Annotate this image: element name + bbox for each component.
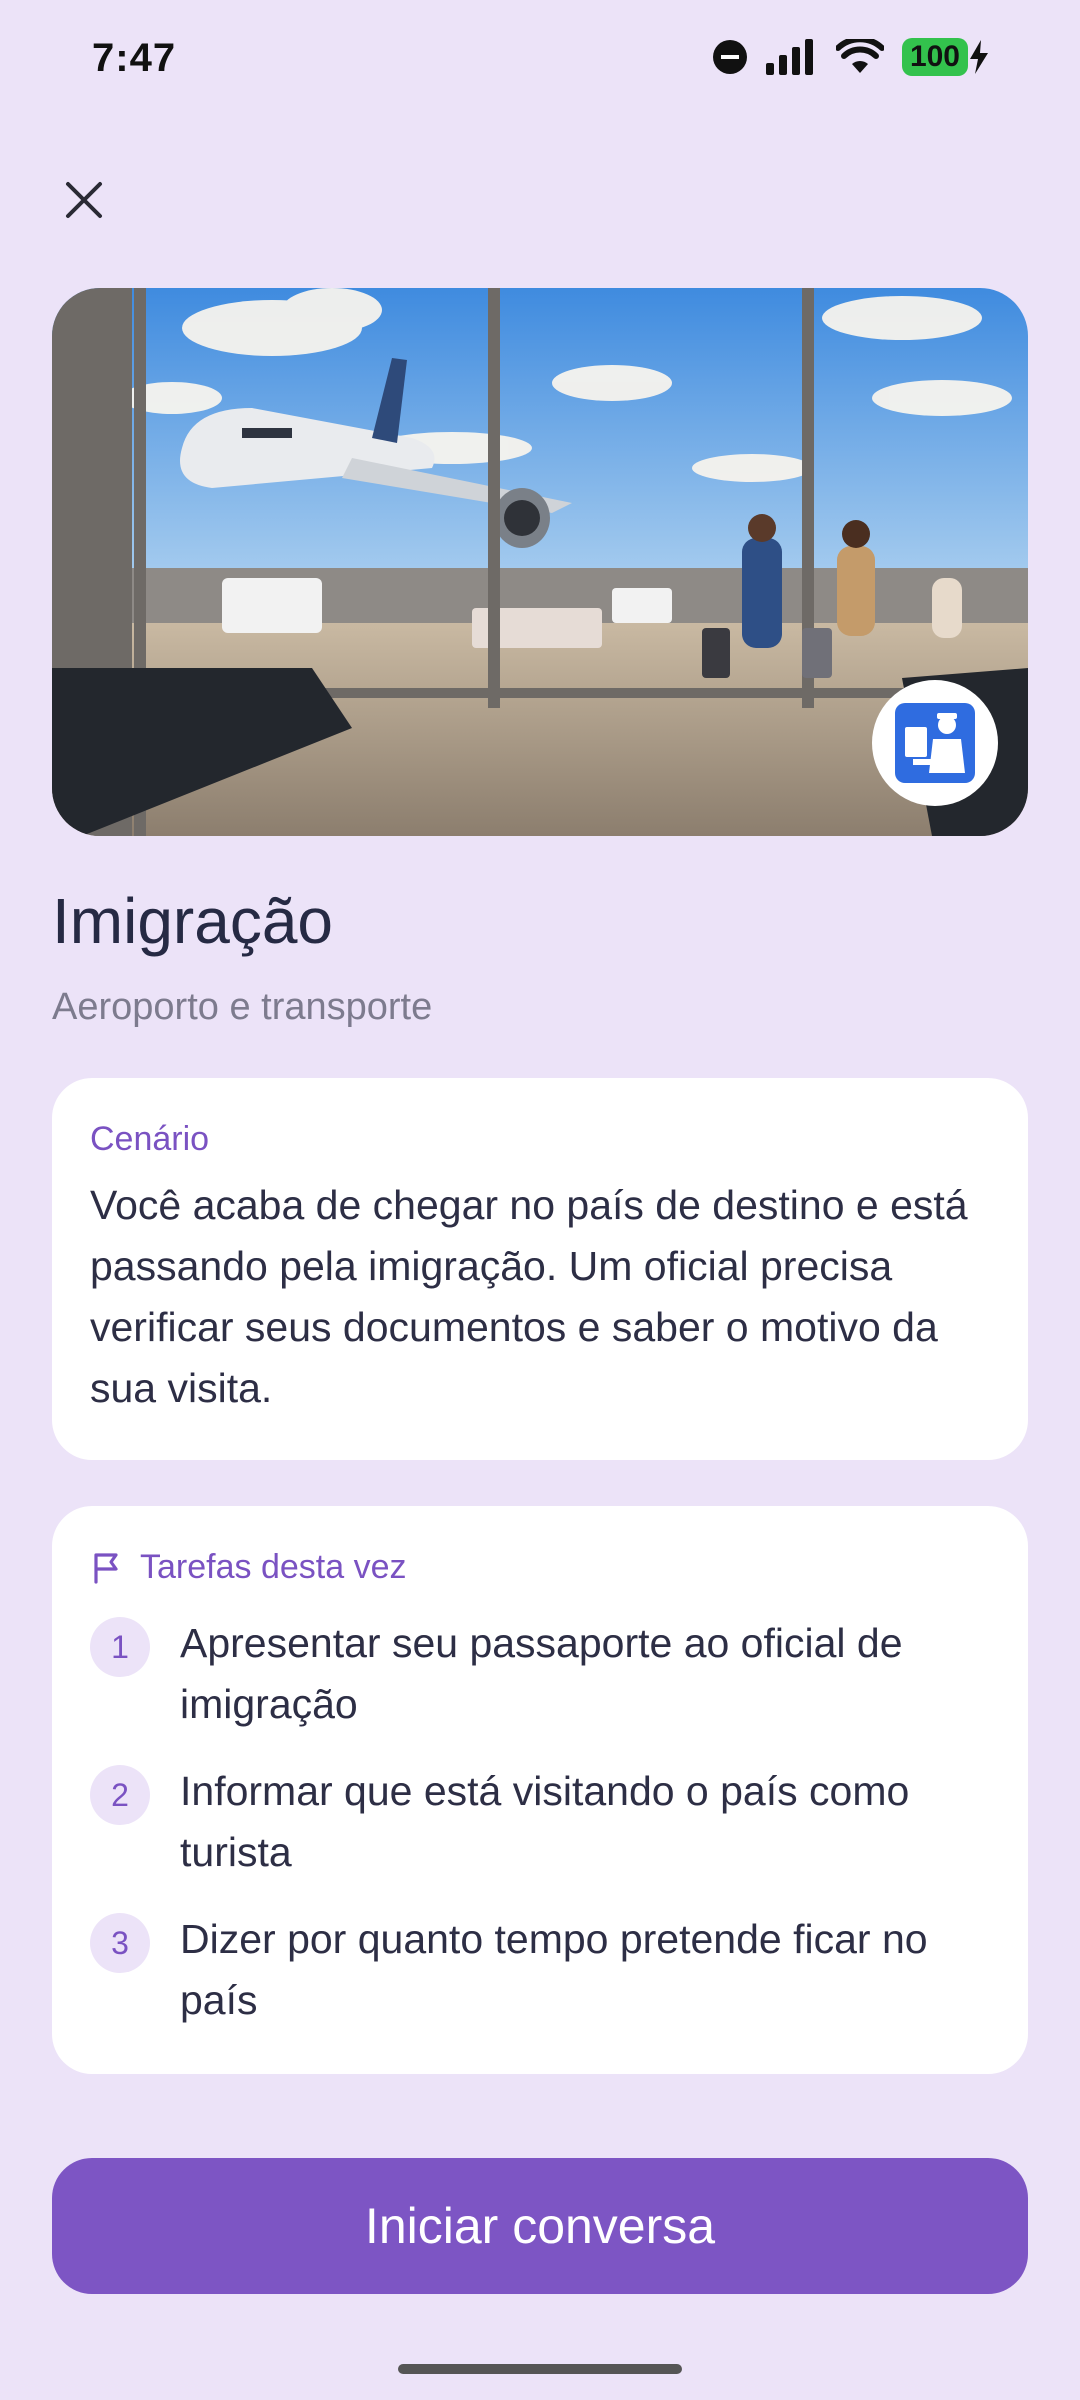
scenario-label: Cenário — [90, 1120, 210, 1158]
immigration-badge — [872, 680, 998, 806]
signal-icon — [765, 39, 813, 75]
task-item: 2 Informar que está visitando o país com… — [90, 1761, 990, 1883]
status-bar: 7:47 100 — [0, 0, 1080, 120]
charging-bolt-icon — [970, 40, 988, 74]
close-icon — [66, 182, 102, 218]
status-icons: 100 — [712, 38, 990, 76]
wifi-icon — [835, 39, 884, 73]
status-time: 7:47 — [92, 36, 177, 80]
task-number: 1 — [90, 1617, 150, 1677]
page-subtitle: Aeroporto e transporte — [52, 986, 433, 1028]
tasks-card: Tarefas desta vez 1 Apresentar seu passa… — [52, 1506, 1028, 2074]
task-number: 2 — [90, 1765, 150, 1825]
task-text: Informar que está visitando o país como … — [180, 1768, 910, 1875]
immigration-officer-icon — [895, 703, 975, 783]
scenario-card: Cenário Você acaba de chegar no país de … — [52, 1078, 1028, 1460]
scenario-text: Você acaba de chegar no país de destino … — [90, 1182, 968, 1411]
page-title: Imigração — [52, 885, 333, 957]
tasks-header: Tarefas desta vez — [90, 1548, 990, 1587]
task-item: 3 Dizer por quanto tempo pretende ficar … — [90, 1909, 990, 2031]
battery-indicator: 100 — [901, 38, 990, 76]
tasks-label: Tarefas desta vez — [140, 1548, 407, 1586]
flag-icon — [94, 1552, 118, 1584]
close-button[interactable] — [52, 168, 116, 232]
task-text: Dizer por quanto tempo pretende ficar no… — [180, 1916, 928, 2023]
home-indicator[interactable] — [398, 2364, 682, 2374]
task-item: 1 Apresentar seu passaporte ao oficial d… — [90, 1613, 990, 1735]
task-number: 3 — [90, 1913, 150, 1973]
start-conversation-button[interactable]: Iniciar conversa — [52, 2158, 1028, 2294]
do-not-disturb-icon — [712, 40, 747, 74]
battery-level: 100 — [901, 38, 968, 76]
task-text: Apresentar seu passaporte ao oficial de … — [180, 1620, 903, 1727]
